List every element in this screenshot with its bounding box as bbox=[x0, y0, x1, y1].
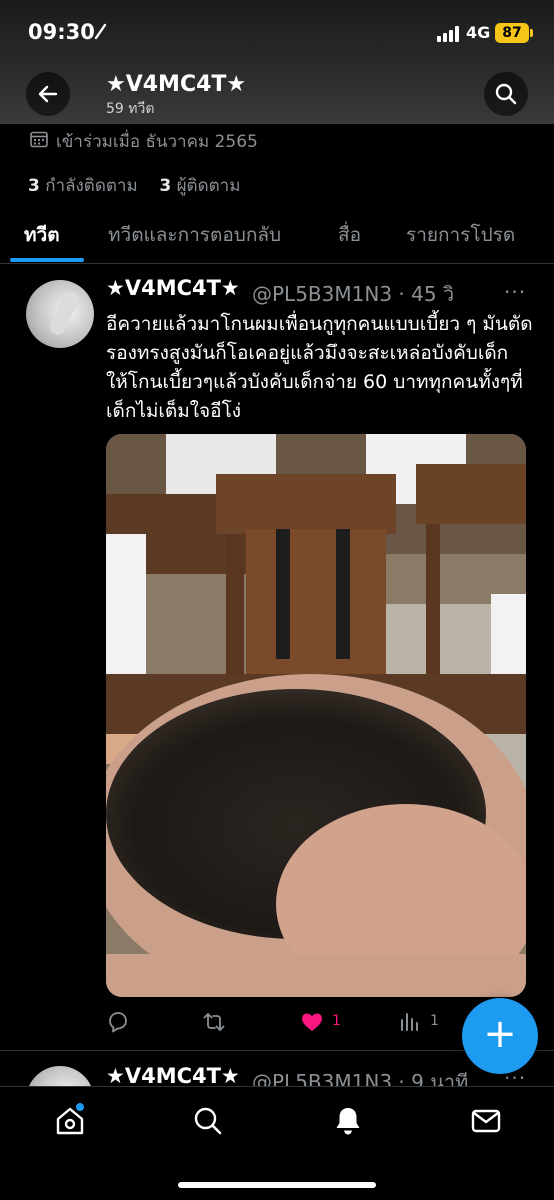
profile-title: ★V4MC4T★ bbox=[106, 72, 247, 97]
following-link[interactable]: 3 กำลังติดตาม bbox=[28, 176, 138, 196]
status-time: 09:30 bbox=[28, 20, 95, 44]
tweet-count: 59 ทวีต bbox=[106, 101, 155, 117]
view-count: 1 bbox=[430, 1013, 439, 1029]
back-arrow-icon bbox=[38, 85, 58, 103]
network-type: 4G bbox=[466, 23, 491, 42]
mail-icon bbox=[471, 1109, 501, 1133]
tweet-image[interactable] bbox=[106, 434, 526, 997]
tweet-author-name[interactable]: ★V4MC4T★ bbox=[106, 276, 240, 300]
nav-notifications[interactable] bbox=[332, 1105, 364, 1137]
followers-count: 3 bbox=[159, 176, 172, 196]
tab-tweets[interactable]: ทวีต bbox=[24, 220, 60, 250]
joined-date: เข้าร่วมเมื่อ ธันวาคม 2565 bbox=[56, 132, 258, 152]
home-indicator[interactable] bbox=[178, 1182, 376, 1188]
following-count: 3 bbox=[28, 176, 40, 196]
tweet-author-name[interactable]: ★V4MC4T★ bbox=[106, 1064, 240, 1088]
following-label: กำลังติดตาม bbox=[45, 176, 138, 196]
tab-tweets-replies[interactable]: ทวีตและการตอบกลับ bbox=[108, 220, 281, 250]
bell-icon bbox=[336, 1108, 360, 1135]
search-button[interactable] bbox=[484, 72, 528, 116]
plus-icon: + bbox=[483, 1011, 517, 1057]
signal-icon bbox=[437, 26, 459, 42]
search-icon bbox=[495, 83, 517, 105]
classroom-photo bbox=[106, 434, 526, 997]
search-icon bbox=[194, 1107, 222, 1135]
followers-link[interactable]: 3 ผู้ติดตาม bbox=[159, 176, 240, 196]
battery-tip bbox=[530, 29, 533, 37]
calendar-icon bbox=[30, 131, 48, 148]
more-options-icon[interactable]: ··· bbox=[504, 280, 526, 304]
followers-label: ผู้ติดตาม bbox=[176, 176, 241, 196]
tab-media[interactable]: สื่อ bbox=[338, 220, 361, 250]
nav-explore[interactable] bbox=[192, 1105, 224, 1137]
tweet-handle-time: @PL5B3M1N3 · 45 วิ bbox=[252, 282, 455, 306]
retweet-icon bbox=[203, 1013, 225, 1031]
follow-stats: 3 กำลังติดตาม 3 ผู้ติดตาม bbox=[28, 172, 240, 199]
notification-dot bbox=[76, 1103, 84, 1111]
heart-icon bbox=[302, 1013, 322, 1031]
reply-icon bbox=[109, 1012, 127, 1033]
nav-messages[interactable] bbox=[470, 1105, 502, 1137]
compose-tweet-button[interactable]: + bbox=[462, 998, 538, 1074]
active-tab-indicator bbox=[10, 258, 84, 262]
status-bar: 09:30 4G 87 bbox=[0, 0, 554, 66]
avatar[interactable] bbox=[26, 280, 94, 348]
back-button[interactable] bbox=[26, 72, 70, 116]
tweet-text: อีควายแล้วมาโกนผมเพื่อนกูทุกคนแบบเบี้ยว … bbox=[106, 313, 533, 422]
profile-tabs: ทวีต ทวีตและการตอบกลับ สื่อ รายการโปรด bbox=[0, 212, 554, 264]
location-arrow-icon bbox=[94, 23, 107, 40]
battery-icon: 87 bbox=[495, 23, 529, 43]
views-icon bbox=[401, 1013, 418, 1031]
like-count: 1 bbox=[332, 1013, 341, 1029]
tab-likes[interactable]: รายการโปรด bbox=[406, 220, 515, 250]
profile-header: ★V4MC4T★ 59 ทวีต bbox=[0, 66, 554, 124]
